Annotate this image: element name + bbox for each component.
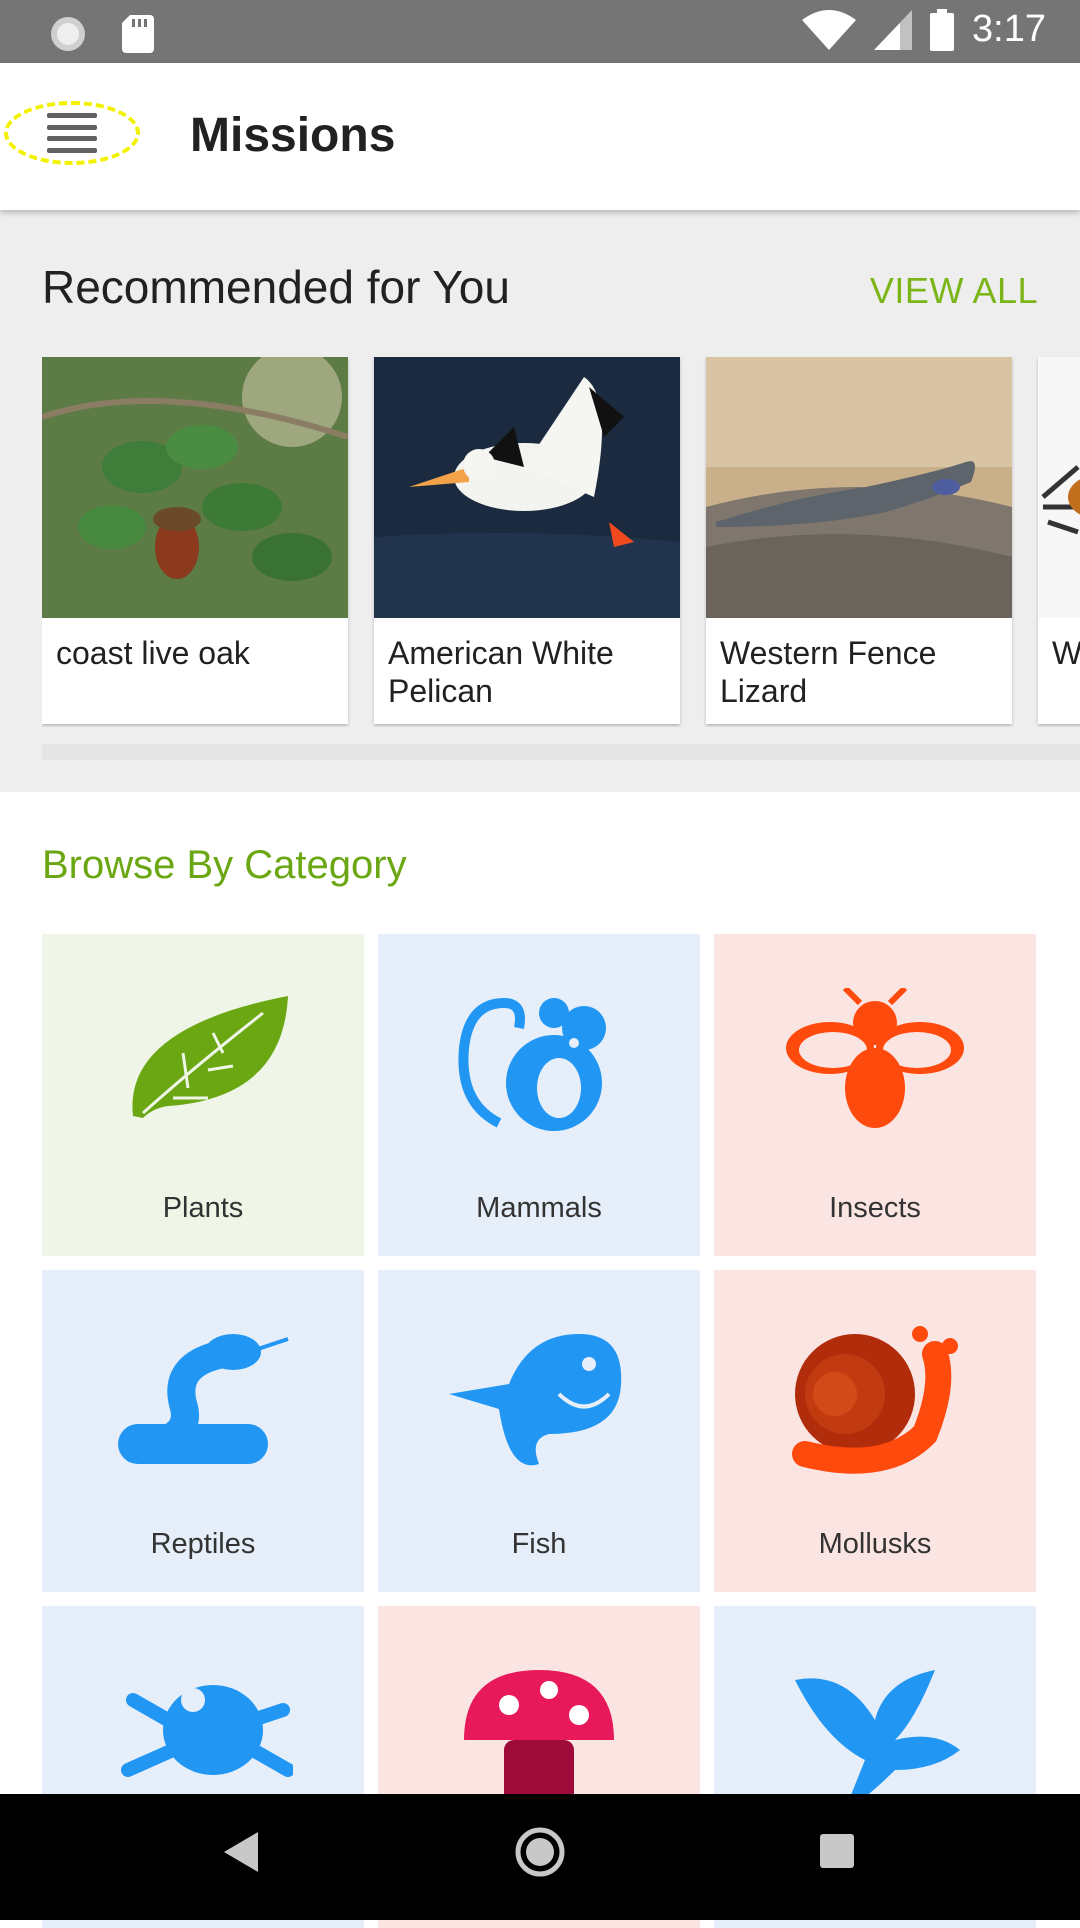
view-all-button[interactable]: VIEW ALL (870, 270, 1038, 312)
mission-card[interactable]: W (1038, 357, 1080, 724)
mission-card[interactable]: American White Pelican (374, 357, 680, 724)
clock: 3:17 (972, 8, 1046, 50)
bird-icon (795, 1670, 960, 1810)
lizard-image (706, 357, 1012, 618)
category-label: Plants (162, 1192, 244, 1224)
app-bar: Missions (0, 63, 1080, 210)
sync-icon (51, 17, 85, 51)
recommended-title: Recommended for You (42, 261, 510, 313)
bee-icon (786, 988, 964, 1128)
mission-card[interactable]: Western Fence Lizard (706, 357, 1012, 724)
leaf-icon (132, 996, 288, 1118)
wifi-icon (802, 9, 857, 50)
battery-icon (930, 8, 955, 51)
recommended-carousel[interactable]: coast live oak American White Pelican We… (42, 357, 1080, 727)
navigation-bar (0, 1794, 1080, 1920)
category-label: Fish (511, 1528, 567, 1560)
snake-icon (118, 1334, 289, 1464)
carousel-scroll-track (42, 744, 1080, 760)
home-button-icon[interactable] (514, 1826, 566, 1878)
status-bar: 3:17 (0, 0, 1080, 63)
category-label: Reptiles (150, 1528, 256, 1560)
browse-title: Browse By Category (42, 843, 407, 887)
category-label: Mammals (476, 1192, 602, 1224)
sd-card-icon (122, 15, 154, 53)
card-label: Western Fence Lizard (720, 635, 937, 709)
category-label: Mollusks (818, 1528, 932, 1560)
category-plants[interactable]: Plants (42, 934, 364, 1256)
fish-icon (449, 1334, 622, 1466)
category-mammals[interactable]: Mammals (378, 934, 700, 1256)
snail-icon (792, 1326, 958, 1474)
recents-button-icon[interactable] (820, 1834, 854, 1868)
insect-image (1038, 357, 1080, 618)
card-label: American White Pelican (388, 635, 614, 709)
hamburger-menu-button[interactable] (4, 101, 140, 165)
category-fish[interactable]: Fish (378, 1270, 700, 1592)
hamburger-menu-icon (47, 113, 97, 153)
frog-icon (121, 1685, 293, 1777)
card-label: W (1052, 635, 1080, 671)
category-mollusks[interactable]: Mollusks (714, 1270, 1036, 1592)
category-label: Insects (829, 1192, 921, 1224)
page-title: Missions (190, 109, 396, 162)
mission-card[interactable]: coast live oak (42, 357, 348, 724)
category-reptiles[interactable]: Reptiles (42, 1270, 364, 1592)
mushroom-icon (464, 1670, 614, 1810)
mouse-icon (458, 997, 606, 1131)
pelican-image (374, 357, 680, 618)
recommended-section: Recommended for You VIEW ALL coast live … (0, 210, 1080, 792)
category-insects[interactable]: Insects (714, 934, 1036, 1256)
back-button-icon[interactable] (224, 1832, 258, 1872)
oak-image (42, 357, 348, 618)
signal-icon (874, 9, 913, 50)
card-label: coast live oak (56, 635, 250, 671)
